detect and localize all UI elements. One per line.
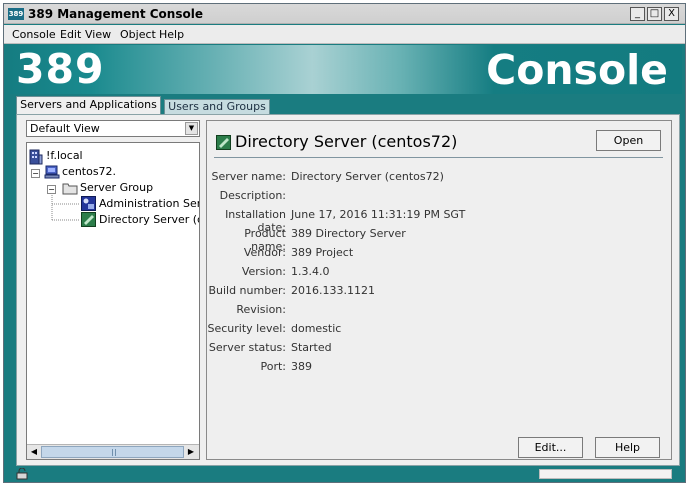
view-select-value: Default View [30, 122, 100, 135]
menu-edit[interactable]: Edit [60, 28, 81, 41]
console-window: 389 389 Management Console _ □ X Console… [3, 3, 686, 483]
servers-panel: Default View ▼ !f.local − centos72. − Se… [16, 114, 680, 466]
prop-label-build-number: Build number: [208, 284, 286, 297]
prop-value-vendor: 389 Project [291, 246, 354, 259]
tab-servers-and-applications[interactable]: Servers and Applications [16, 96, 161, 114]
title-divider [214, 157, 663, 158]
directory-server-icon [216, 135, 231, 150]
prop-value-version: 1.3.4.0 [291, 265, 330, 278]
prop-label-server-status: Server status: [208, 341, 286, 354]
open-button[interactable]: Open [596, 130, 661, 151]
chevron-down-icon[interactable]: ▼ [185, 122, 198, 135]
menu-view[interactable]: View [85, 28, 111, 41]
tree-connector-lines [51, 195, 80, 221]
prop-label-version: Version: [241, 265, 286, 278]
minimize-button[interactable]: _ [630, 7, 645, 21]
status-progress-bar [539, 469, 672, 479]
menu-bar: Console Edit View Object Help [4, 25, 685, 44]
status-bar [4, 466, 685, 482]
server-detail-pane: Directory Server (centos72) Open Server … [206, 120, 672, 460]
prop-label-vendor: Vendor: [243, 246, 286, 259]
banner-console-text: Console [486, 46, 668, 94]
view-select[interactable]: Default View ▼ [26, 120, 200, 137]
prop-value-server-name: Directory Server (centos72) [291, 170, 444, 183]
menu-object[interactable]: Object [120, 28, 156, 41]
app-icon: 389 [8, 8, 24, 20]
prop-label-security-level: Security level: [207, 322, 286, 335]
scroll-left-icon[interactable]: ◀ [28, 446, 40, 458]
maximize-button[interactable]: □ [647, 7, 662, 21]
prop-value-product-name: 389 Directory Server [291, 227, 406, 240]
prop-value-server-status: Started [291, 341, 332, 354]
prop-value-build-number: 2016.133.1121 [291, 284, 375, 297]
prop-label-description: Description: [219, 189, 286, 202]
lock-icon [16, 468, 28, 480]
detail-title: Directory Server (centos72) [235, 132, 458, 151]
help-button[interactable]: Help [595, 437, 660, 458]
window-title: 389 Management Console [28, 7, 203, 21]
close-button[interactable]: X [664, 7, 679, 21]
menu-help[interactable]: Help [159, 28, 184, 41]
title-bar: 389 389 Management Console _ □ X [4, 4, 685, 24]
prop-label-server-name: Server name: [211, 170, 286, 183]
menu-console[interactable]: Console [12, 28, 56, 41]
banner-logo-389: 389 [16, 45, 105, 93]
scroll-right-icon[interactable]: ▶ [185, 446, 197, 458]
prop-value-port: 389 [291, 360, 312, 373]
scroll-thumb[interactable] [41, 446, 184, 458]
server-tree: !f.local − centos72. − Server Group Admi… [26, 142, 200, 460]
prop-label-port: Port: [260, 360, 286, 373]
prop-label-revision: Revision: [236, 303, 286, 316]
scroll-grip [112, 449, 116, 456]
edit-button[interactable]: Edit... [518, 437, 583, 458]
prop-value-installation-date: June 17, 2016 11:31:19 PM SGT [291, 208, 466, 221]
console-banner: 389 Console [10, 45, 682, 94]
prop-value-security-level: domestic [291, 322, 342, 335]
tree-horizontal-scrollbar[interactable]: ◀ ▶ [27, 444, 199, 459]
tab-users-and-groups[interactable]: Users and Groups [164, 99, 270, 114]
